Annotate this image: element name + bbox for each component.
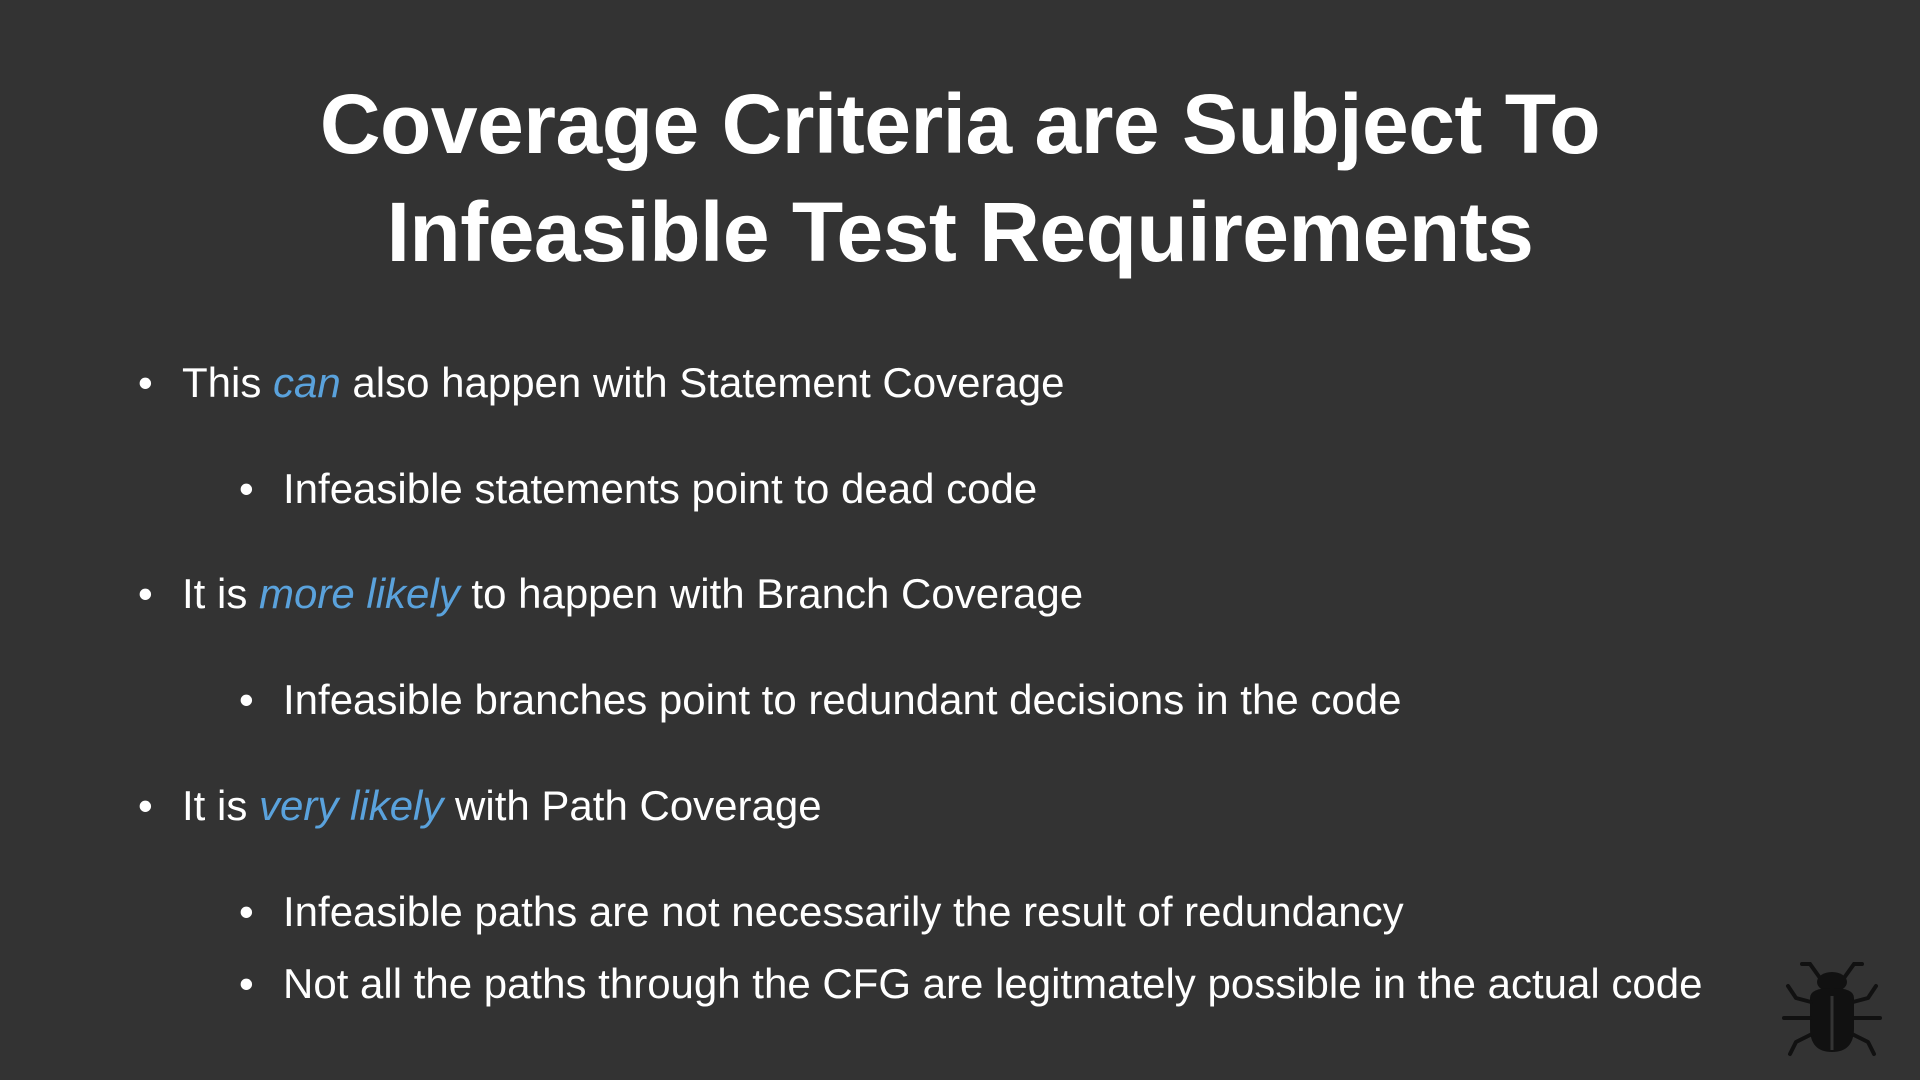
bullet-item: • This can also happen with Statement Co… (138, 357, 1065, 409)
bullet-text: Infeasible statements point to dead code (283, 465, 1038, 512)
bullet-marker: • (239, 960, 254, 1007)
bullet-marker: • (239, 465, 254, 512)
bullet-text: Not all the paths through the CFG are le… (283, 960, 1703, 1007)
bullet-text: It is (182, 570, 260, 617)
bullet-emphasis: more likely (259, 570, 460, 617)
bullet-text: Infeasible branches point to redundant d… (283, 676, 1402, 723)
sub-bullet-item: • Infeasible paths are not necessarily t… (239, 886, 1404, 938)
bullet-text: This (182, 359, 274, 406)
sub-bullet-item: • Not all the paths through the CFG are … (239, 958, 1703, 1010)
bullet-marker: • (138, 782, 153, 829)
bug-icon (1782, 962, 1882, 1056)
bullet-marker: • (239, 888, 254, 935)
bullet-item: • It is more likely to happen with Branc… (138, 568, 1084, 620)
sub-bullet-item: • Infeasible statements point to dead co… (239, 463, 1038, 515)
bullet-marker: • (239, 676, 254, 723)
bullet-text: Infeasible paths are not necessarily the… (283, 888, 1404, 935)
bullet-text: It is (182, 782, 260, 829)
bullet-marker: • (138, 359, 153, 406)
bullet-text: with Path Coverage (443, 782, 822, 829)
sub-bullet-item: • Infeasible branches point to redundant… (239, 674, 1402, 726)
bullet-text: to happen with Branch Coverage (459, 570, 1084, 617)
bullet-emphasis: can (273, 359, 341, 406)
bullet-list: • This can also happen with Statement Co… (0, 0, 1920, 1080)
bullet-item: • It is very likely with Path Coverage (138, 780, 822, 832)
bullet-text: also happen with Statement Coverage (340, 359, 1065, 406)
slide: Coverage Criteria are Subject To Infeasi… (0, 0, 1920, 1080)
bullet-marker: • (138, 570, 153, 617)
bullet-emphasis: very likely (259, 782, 444, 829)
